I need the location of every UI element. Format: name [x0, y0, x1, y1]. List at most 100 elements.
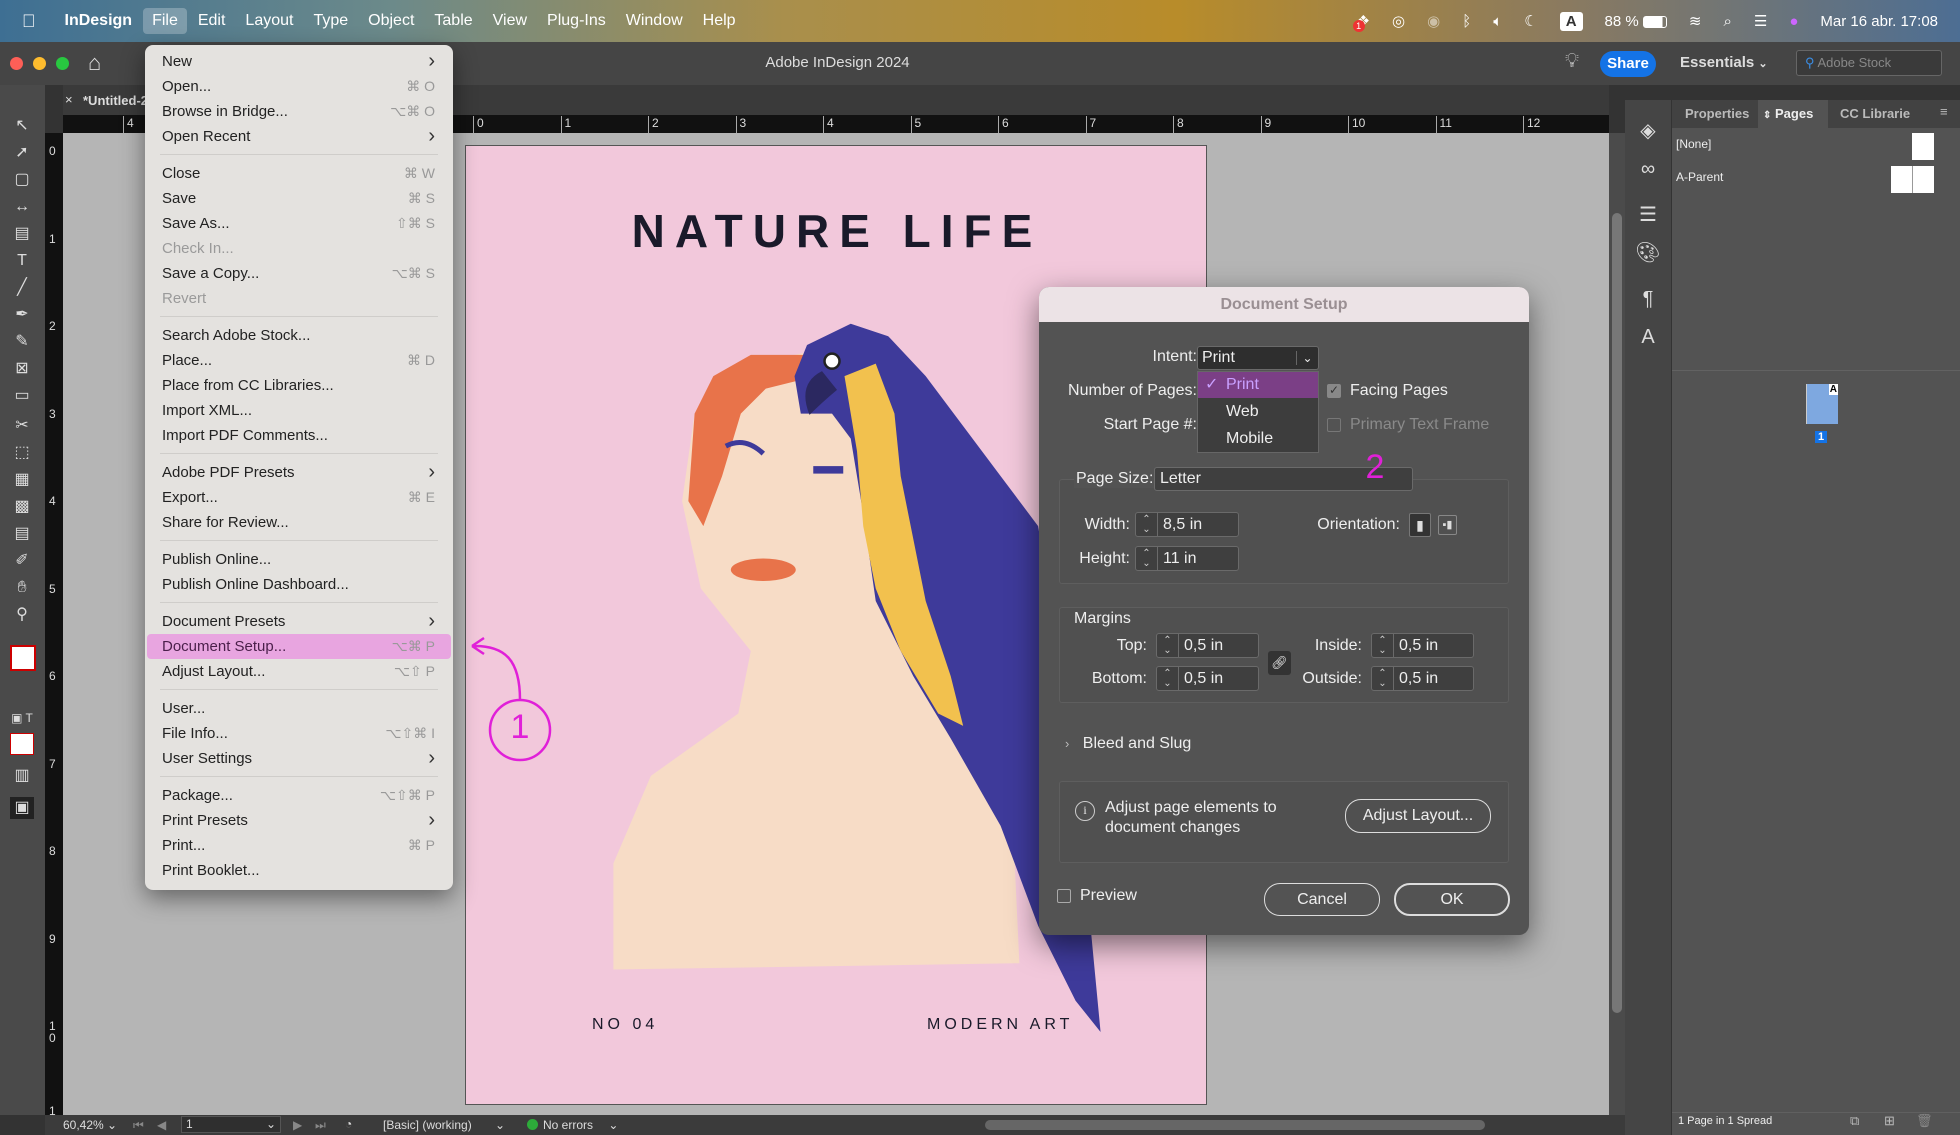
- stepper-icon[interactable]: ⌃ ⌄: [1157, 667, 1179, 690]
- parent-none[interactable]: [None]: [1676, 137, 1711, 151]
- apple-icon[interactable]: : [22, 11, 36, 32]
- airdrop-icon[interactable]: ◉: [1427, 12, 1440, 30]
- menu-item-import-xml[interactable]: Import XML...: [147, 398, 451, 423]
- link-margins-icon[interactable]: 🔗︎: [1268, 651, 1291, 675]
- menu-item-place-from-cc-libraries[interactable]: Place from CC Libraries...: [147, 373, 451, 398]
- wifi-icon[interactable]: ≋: [1689, 12, 1702, 30]
- menu-item-document-presets[interactable]: Document Presets ›: [147, 609, 451, 634]
- stepper-icon[interactable]: ⌃ ⌄: [1136, 513, 1158, 536]
- share-button[interactable]: Share: [1600, 51, 1656, 77]
- direct-selection-tool-icon[interactable]: ➚: [10, 142, 34, 164]
- menu-file[interactable]: File: [143, 8, 187, 34]
- top-margin-field[interactable]: ⌃ ⌄ 0,5 in: [1156, 633, 1259, 658]
- menu-item-print-booklet[interactable]: Print Booklet...: [147, 858, 451, 883]
- menu-item-export[interactable]: Export... ⌘ E: [147, 485, 451, 510]
- pencil-tool-icon[interactable]: ✎: [10, 331, 34, 353]
- menu-item-import-pdf-comments[interactable]: Import PDF Comments...: [147, 423, 451, 448]
- menu-table[interactable]: Table: [425, 8, 481, 34]
- note-tool-icon[interactable]: ▤: [10, 523, 34, 545]
- battery-status[interactable]: 88 %: [1605, 13, 1667, 30]
- facing-pages-checkbox[interactable]: ✓: [1327, 384, 1341, 398]
- preflight-profile[interactable]: [Basic] (working) ⌄: [383, 1118, 505, 1132]
- eyedropper-tool-icon[interactable]: ✐: [10, 550, 34, 572]
- creative-cloud-icon[interactable]: ◎: [1392, 12, 1405, 30]
- next-page-button[interactable]: ▶: [293, 1118, 302, 1132]
- primary-text-frame-checkbox[interactable]: [1327, 418, 1341, 432]
- menu-item-print[interactable]: Print... ⌘ P: [147, 833, 451, 858]
- height-field[interactable]: ⌃ ⌄ 11 in: [1135, 546, 1239, 571]
- menu-item-open-recent[interactable]: Open Recent ›: [147, 124, 451, 149]
- cancel-button[interactable]: Cancel: [1264, 883, 1380, 916]
- last-page-button[interactable]: ⏭: [315, 1118, 326, 1133]
- menu-object[interactable]: Object: [359, 8, 423, 34]
- workspace-switcher[interactable]: Essentials ⌄: [1680, 54, 1768, 71]
- portrait-orientation-icon[interactable]: ▮: [1409, 513, 1431, 537]
- moon-icon[interactable]: ☾: [1524, 12, 1537, 30]
- stepper-icon[interactable]: ⌃ ⌄: [1157, 634, 1179, 657]
- menu-type[interactable]: Type: [304, 8, 357, 34]
- menu-item-search-adobe-stock[interactable]: Search Adobe Stock...: [147, 323, 451, 348]
- free-transform-tool-icon[interactable]: ⬚: [10, 442, 34, 464]
- menu-item-document-setup[interactable]: Document Setup... ⌥⌘ P: [147, 634, 451, 659]
- bottom-margin-field[interactable]: ⌃ ⌄ 0,5 in: [1156, 666, 1259, 691]
- tab-properties[interactable]: Properties: [1685, 106, 1749, 121]
- intent-option-print[interactable]: ✓ Print: [1198, 372, 1318, 398]
- menu-item-check-in[interactable]: Check In...: [147, 236, 451, 261]
- tab-cc-libraries[interactable]: CC Librarie: [1840, 106, 1910, 121]
- gap-tool-icon[interactable]: ↔: [10, 196, 34, 218]
- volume-icon[interactable]: 🔈︎: [1493, 13, 1502, 30]
- page-tool-icon[interactable]: ▢: [10, 169, 34, 191]
- parent-none-thumbnail[interactable]: [1912, 133, 1934, 160]
- menu-edit[interactable]: Edit: [189, 8, 235, 34]
- swatches-icon[interactable]: 🎨︎: [1625, 234, 1671, 272]
- menu-item-new[interactable]: New ›: [147, 49, 451, 74]
- view-mode-icon[interactable]: ▣: [10, 797, 34, 819]
- menu-window[interactable]: Window: [617, 8, 692, 34]
- intent-option-mobile[interactable]: Mobile: [1198, 425, 1318, 452]
- menu-item-file-info[interactable]: File Info... ⌥⇧⌘ I: [147, 721, 451, 746]
- edit-page-size-icon[interactable]: ⧉: [1850, 1113, 1859, 1129]
- panel-menu-icon[interactable]: ≡: [1940, 104, 1948, 119]
- siri-icon[interactable]: ●: [1789, 13, 1798, 30]
- menu-item-share-for-review[interactable]: Share for Review...: [147, 510, 451, 535]
- menu-item-revert[interactable]: Revert: [147, 286, 451, 311]
- bleed-and-slug-toggle[interactable]: › Bleed and Slug: [1065, 735, 1191, 759]
- preview-checkbox[interactable]: [1057, 889, 1071, 903]
- inside-margin-field[interactable]: ⌃ ⌄ 0,5 in: [1371, 633, 1474, 658]
- landscape-orientation-icon[interactable]: ▪▮: [1438, 515, 1457, 535]
- keyboard-input-icon[interactable]: A: [1559, 11, 1583, 31]
- rectangle-tool-icon[interactable]: ▭: [10, 385, 34, 407]
- page-number-field[interactable]: 1 ⌄: [181, 1116, 281, 1133]
- errors-status[interactable]: No errors ⌄: [543, 1118, 618, 1132]
- selection-tool-icon[interactable]: ↖: [10, 115, 34, 137]
- stepper-icon[interactable]: ⌃ ⌄: [1372, 667, 1394, 690]
- zoom-tool-icon[interactable]: ⚲: [10, 604, 34, 626]
- gradient-feather-icon[interactable]: ▩: [10, 496, 34, 518]
- tab-pages[interactable]: ⇕ Pages: [1758, 100, 1828, 128]
- gradient-tool-icon[interactable]: ▦: [10, 469, 34, 491]
- delete-page-icon[interactable]: 🗑︎: [1916, 1113, 1933, 1129]
- stroke-icon[interactable]: ☰: [1625, 196, 1671, 234]
- apply-none-icon[interactable]: [10, 733, 34, 755]
- page-1-thumbnail[interactable]: A: [1806, 384, 1838, 424]
- intent-option-web[interactable]: Web: [1198, 398, 1318, 425]
- character-styles-icon[interactable]: A: [1625, 318, 1671, 356]
- dropbox-icon[interactable]: ❖1: [1352, 12, 1370, 32]
- content-collector-icon[interactable]: ▤: [10, 223, 34, 245]
- menu-item-open[interactable]: Open... ⌘ O: [147, 74, 451, 99]
- zoom-level[interactable]: 60,42% ⌄: [63, 1118, 117, 1132]
- menu-item-save-a-copy[interactable]: Save a Copy... ⌥⌘ S: [147, 261, 451, 286]
- bluetooth-icon[interactable]: ᛒ: [1462, 13, 1471, 30]
- horizontal-scrollbar[interactable]: [985, 1120, 1485, 1130]
- stepper-icon[interactable]: ⌃ ⌄: [1372, 634, 1394, 657]
- formatting-affects-icon[interactable]: ▣ T: [10, 707, 34, 729]
- menu-item-close[interactable]: Close ⌘ W: [147, 161, 451, 186]
- hand-tool-icon[interactable]: ✋︎: [10, 577, 34, 599]
- parent-a-thumbnail[interactable]: [1891, 166, 1934, 193]
- menu-item-user-settings[interactable]: User Settings ›: [147, 746, 451, 771]
- rectangle-frame-tool-icon[interactable]: ⊠: [10, 358, 34, 380]
- pen-tool-icon[interactable]: ✒: [10, 304, 34, 326]
- width-field[interactable]: ⌃ ⌄ 8,5 in: [1135, 512, 1239, 537]
- menu-plugins[interactable]: Plug-Ins: [538, 8, 615, 34]
- type-tool-icon[interactable]: T: [10, 250, 34, 272]
